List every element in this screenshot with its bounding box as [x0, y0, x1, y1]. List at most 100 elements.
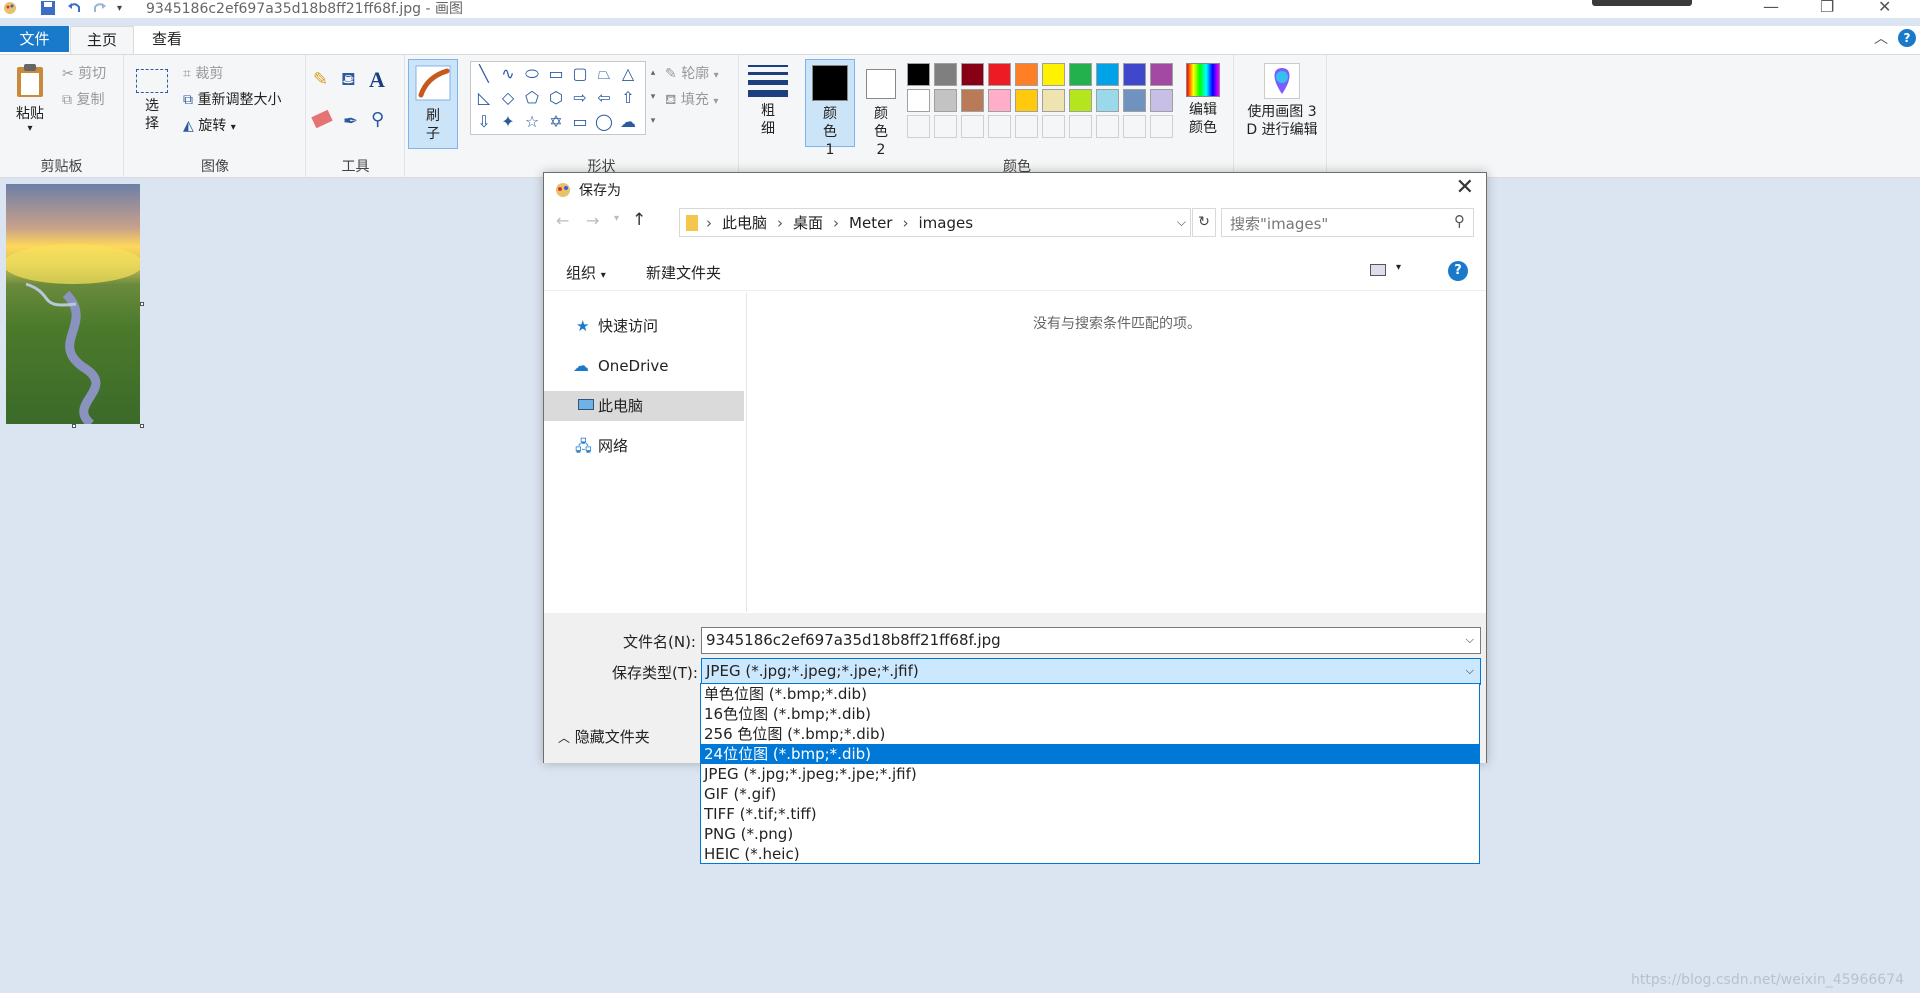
help-icon[interactable]: ?: [1898, 29, 1916, 47]
color-swatch[interactable]: [1069, 63, 1092, 86]
save-icon[interactable]: [40, 0, 56, 17]
save-type-option[interactable]: 256 色位图 (*.bmp;*.dib): [701, 724, 1479, 744]
color1-button[interactable]: 颜色 1: [805, 59, 855, 158]
eraser-icon[interactable]: [311, 109, 333, 129]
color-swatch[interactable]: [934, 63, 957, 86]
hide-folders-button[interactable]: ︿ 隐藏文件夹: [558, 726, 650, 747]
back-icon[interactable]: ←: [556, 211, 569, 230]
resize-handle-corner[interactable]: [140, 424, 144, 428]
edit-colors-button[interactable]: 编辑颜色: [1181, 63, 1225, 137]
color-swatch[interactable]: [907, 89, 930, 112]
view-dropdown-icon[interactable]: ▾: [1396, 262, 1401, 273]
color-swatch[interactable]: [988, 89, 1011, 112]
sidebar-item-network[interactable]: 🖧 网络: [544, 431, 744, 461]
copy-button[interactable]: ⧉ 复制: [62, 89, 104, 109]
color2-button[interactable]: 颜色 2: [859, 59, 903, 158]
select-button[interactable]: 选择: [135, 69, 169, 133]
right-triangle-shape-icon[interactable]: ◺: [473, 87, 495, 109]
save-type-option[interactable]: HEIC (*.heic): [701, 844, 1479, 864]
rounded-rectangle-shape-icon[interactable]: ▢: [569, 63, 591, 85]
pencil-icon[interactable]: ✎: [313, 69, 328, 90]
custom-color-slot[interactable]: [988, 115, 1011, 138]
up-arrow-shape-icon[interactable]: ⇧: [617, 87, 639, 109]
custom-color-slot[interactable]: [1069, 115, 1092, 138]
save-type-select[interactable]: JPEG (*.jpg;*.jpeg;*.jpe;*.jfif) ⌵: [701, 658, 1481, 685]
custom-color-slot[interactable]: [1150, 115, 1173, 138]
shapes-scroll[interactable]: ▴ ▾ ▾: [647, 61, 659, 135]
breadcrumb-desktop[interactable]: 桌面: [793, 212, 823, 233]
rotate-button[interactable]: ◭ 旋转 ▾: [183, 115, 236, 135]
save-type-option[interactable]: 单色位图 (*.bmp;*.dib): [701, 684, 1479, 704]
rect-callout-shape-icon[interactable]: ▭: [569, 111, 591, 133]
fill-button[interactable]: ⛾ 填充 ▾: [665, 89, 718, 110]
fill-bucket-icon[interactable]: ⛾: [341, 69, 356, 93]
organize-button[interactable]: 组织 ▾: [566, 262, 606, 283]
sidebar-item-quick-access[interactable]: ★ 快速访问: [544, 311, 744, 341]
pane-divider[interactable]: [746, 293, 747, 612]
custom-color-slot[interactable]: [1042, 115, 1065, 138]
five-point-star-shape-icon[interactable]: ☆: [521, 111, 543, 133]
color-swatch[interactable]: [1096, 89, 1119, 112]
address-dropdown-icon[interactable]: ⌵: [1177, 215, 1186, 230]
left-arrow-shape-icon[interactable]: ⇦: [593, 87, 615, 109]
cut-button[interactable]: ✂ 剪切: [62, 63, 106, 83]
color-swatch[interactable]: [988, 63, 1011, 86]
color-swatch[interactable]: [1015, 63, 1038, 86]
sidebar-item-onedrive[interactable]: ☁ OneDrive: [544, 351, 744, 381]
oval-callout-shape-icon[interactable]: ◯: [593, 111, 615, 133]
customize-toolbar-icon[interactable]: ▾: [117, 0, 122, 17]
down-arrow-shape-icon[interactable]: ⇩: [473, 111, 495, 133]
resize-button[interactable]: ⧉ 重新调整大小: [183, 89, 281, 109]
color-swatch[interactable]: [1096, 63, 1119, 86]
right-arrow-shape-icon[interactable]: ⇨: [569, 87, 591, 109]
line-shape-icon[interactable]: ╲: [473, 63, 495, 85]
save-type-dropdown-icon[interactable]: ⌵: [1466, 664, 1474, 678]
new-folder-button[interactable]: 新建文件夹: [646, 262, 721, 283]
close-window-icon[interactable]: ✕: [1878, 0, 1891, 16]
custom-color-slot[interactable]: [1015, 115, 1038, 138]
custom-color-slot[interactable]: [934, 115, 957, 138]
cloud-callout-shape-icon[interactable]: ☁: [617, 111, 639, 133]
triangle-shape-icon[interactable]: △: [617, 63, 639, 85]
resize-handle-bottom[interactable]: [72, 424, 76, 428]
color-swatch[interactable]: [1042, 63, 1065, 86]
minimize-icon[interactable]: —: [1763, 0, 1779, 16]
redo-icon[interactable]: [92, 0, 108, 17]
color-swatch[interactable]: [1150, 63, 1173, 86]
magnifier-icon[interactable]: ⚲: [371, 109, 384, 130]
refresh-icon[interactable]: ↻: [1192, 208, 1216, 237]
color-picker-icon[interactable]: ✒: [343, 111, 358, 132]
oval-shape-icon[interactable]: ⬭: [521, 63, 543, 85]
tab-view[interactable]: 查看: [135, 26, 199, 52]
shapes-gallery[interactable]: ╲ ∿ ⬭ ▭ ▢ ⏢ △ ◺ ◇ ⬠ ⬡ ⇨ ⇦ ⇧ ⇩ ✦ ☆ ✡ ▭ ◯ …: [470, 61, 646, 135]
tab-file[interactable]: 文件: [0, 26, 69, 52]
custom-color-slot[interactable]: [1096, 115, 1119, 138]
color-swatch[interactable]: [961, 89, 984, 112]
polygon-shape-icon[interactable]: ⏢: [593, 63, 615, 85]
save-type-option[interactable]: JPEG (*.jpg;*.jpeg;*.jpe;*.jfif): [701, 764, 1479, 784]
sidebar-item-this-pc[interactable]: 此电脑: [544, 391, 744, 421]
save-type-option-highlighted[interactable]: 24位位图 (*.bmp;*.dib): [701, 744, 1479, 764]
color-swatch[interactable]: [1123, 89, 1146, 112]
recent-locations-icon[interactable]: ▾: [614, 213, 619, 224]
crop-button[interactable]: ⌗ 裁剪: [183, 63, 223, 83]
four-point-star-shape-icon[interactable]: ✦: [497, 111, 519, 133]
save-type-option[interactable]: GIF (*.gif): [701, 784, 1479, 804]
undo-icon[interactable]: [66, 0, 82, 17]
breadcrumb-images[interactable]: images: [918, 214, 973, 232]
color-swatch[interactable]: [961, 63, 984, 86]
size-button[interactable]: 粗细: [748, 63, 788, 138]
forward-icon[interactable]: →: [586, 211, 599, 230]
paint3d-button[interactable]: 使用画图 3 D 进行编辑: [1243, 63, 1321, 139]
dialog-help-icon[interactable]: ?: [1448, 261, 1468, 281]
up-folder-icon[interactable]: ↑: [632, 210, 646, 230]
custom-color-slot[interactable]: [961, 115, 984, 138]
save-type-option[interactable]: 16色位图 (*.bmp;*.dib): [701, 704, 1479, 724]
text-tool-icon[interactable]: A: [369, 67, 385, 93]
filename-dropdown-icon[interactable]: ⌵: [1466, 633, 1474, 647]
color-swatch[interactable]: [907, 63, 930, 86]
tab-home[interactable]: 主页: [70, 26, 134, 54]
dialog-close-icon[interactable]: ✕: [1456, 175, 1474, 200]
search-input[interactable]: 搜索"images" ⚲: [1221, 208, 1474, 237]
six-point-star-shape-icon[interactable]: ✡: [545, 111, 567, 133]
